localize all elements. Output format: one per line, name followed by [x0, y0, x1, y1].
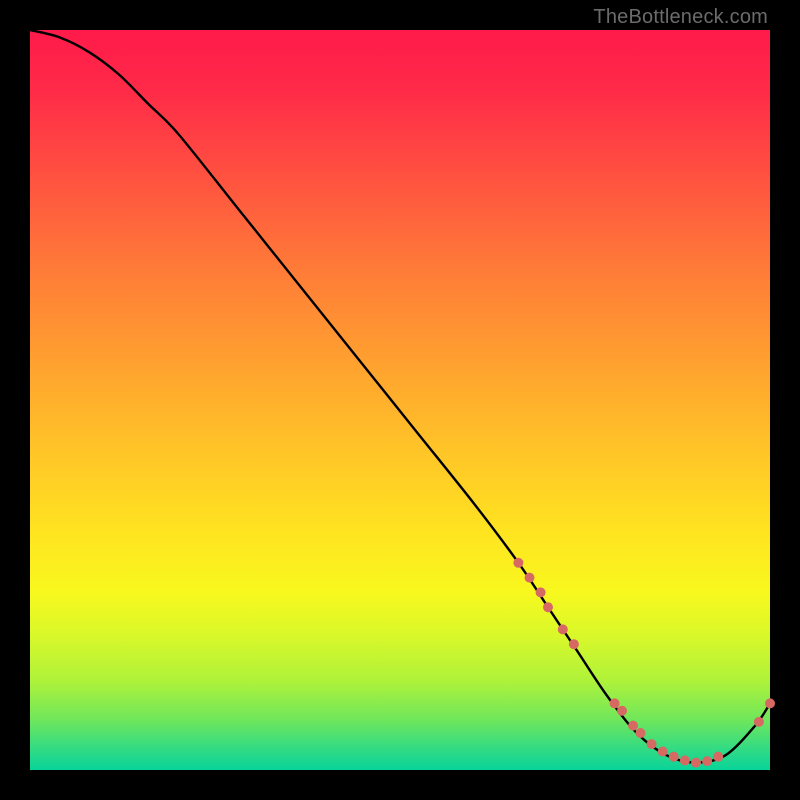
marker-dot [513, 558, 523, 568]
chart-svg [30, 30, 770, 770]
marker-dot [765, 698, 775, 708]
bottleneck-curve [30, 30, 770, 763]
marker-dot [658, 747, 668, 757]
marker-group [513, 558, 775, 768]
marker-dot [543, 602, 553, 612]
marker-dot [636, 728, 646, 738]
marker-dot [617, 706, 627, 716]
marker-dot [669, 752, 679, 762]
plot-area [30, 30, 770, 770]
marker-dot [558, 624, 568, 634]
marker-dot [713, 752, 723, 762]
chart-stage: TheBottleneck.com [0, 0, 800, 800]
watermark-text: TheBottleneck.com [593, 6, 768, 29]
marker-dot [569, 639, 579, 649]
marker-dot [610, 698, 620, 708]
marker-dot [702, 756, 712, 766]
marker-dot [628, 721, 638, 731]
marker-dot [525, 573, 535, 583]
marker-dot [754, 717, 764, 727]
marker-dot [536, 587, 546, 597]
marker-dot [691, 758, 701, 768]
marker-dot [647, 739, 657, 749]
marker-dot [680, 755, 690, 765]
